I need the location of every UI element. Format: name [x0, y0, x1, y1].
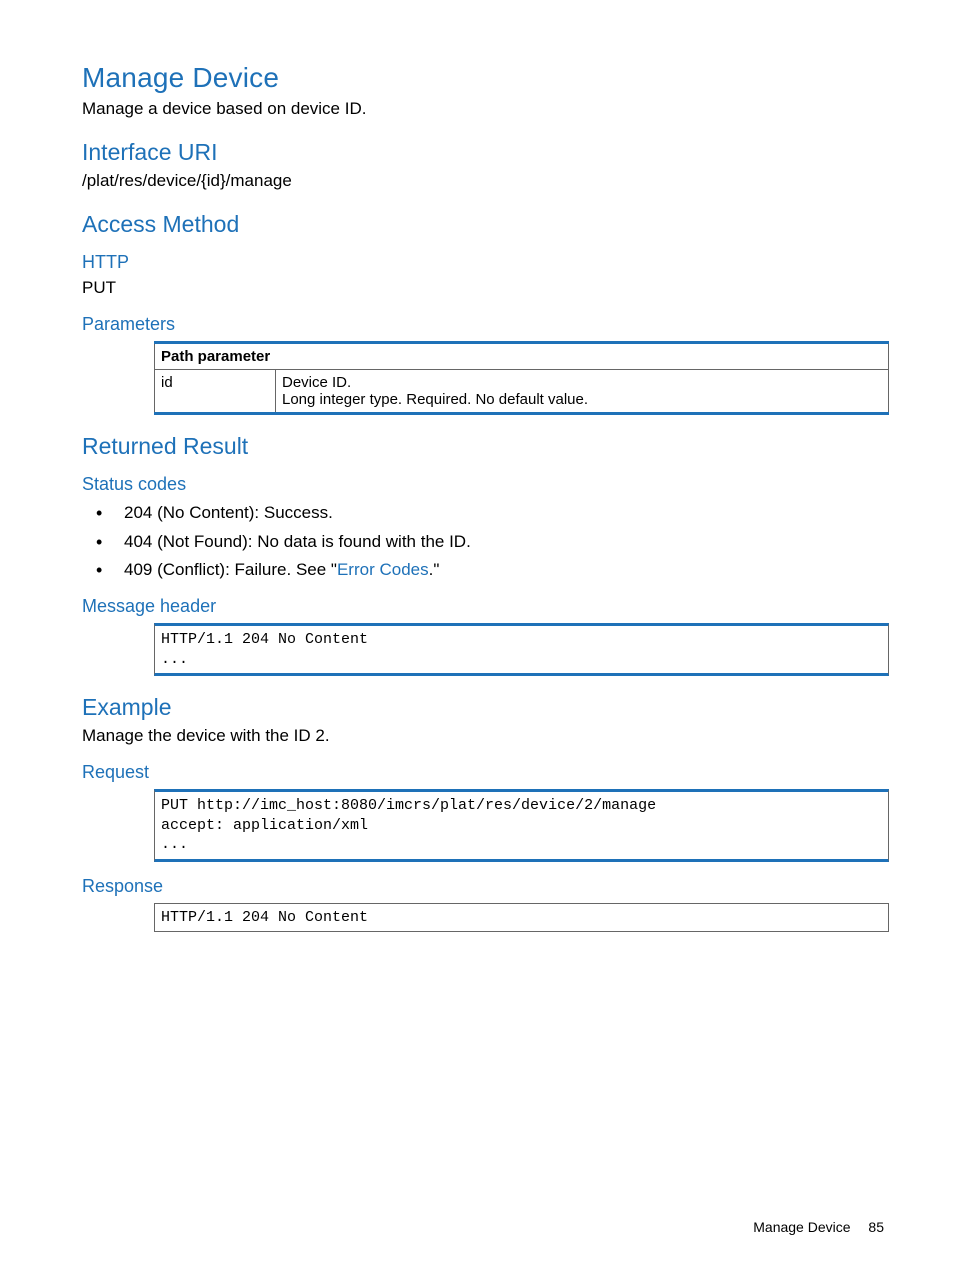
parameters-table-header: Path parameter: [155, 342, 889, 369]
status-codes-list: 204 (No Content): Success. 404 (Not Foun…: [82, 501, 884, 582]
interface-uri-value: /plat/res/device/{id}/manage: [82, 170, 884, 193]
access-method-heading: Access Method: [82, 211, 884, 238]
param-desc-line2: Long integer type. Required. No default …: [282, 391, 882, 408]
param-desc: Device ID. Long integer type. Required. …: [276, 369, 889, 413]
message-header-heading: Message header: [82, 596, 884, 617]
status-409-suffix: .": [429, 560, 440, 579]
request-heading: Request: [82, 762, 884, 783]
footer: Manage Device 85: [753, 1219, 884, 1235]
list-item: 204 (No Content): Success.: [82, 501, 884, 525]
page: Manage Device Manage a device based on d…: [0, 0, 954, 1271]
returned-result-heading: Returned Result: [82, 433, 884, 460]
footer-page-number: 85: [868, 1219, 884, 1235]
list-item: 409 (Conflict): Failure. See "Error Code…: [82, 558, 884, 582]
example-intro: Manage the device with the ID 2.: [82, 725, 884, 748]
parameters-table: Path parameter id Device ID. Long intege…: [154, 341, 889, 415]
parameters-heading: Parameters: [82, 314, 884, 335]
list-item: 404 (Not Found): No data is found with t…: [82, 530, 884, 554]
request-code: PUT http://imc_host:8080/imcrs/plat/res/…: [154, 789, 889, 862]
footer-label: Manage Device: [753, 1219, 850, 1235]
error-codes-link[interactable]: Error Codes: [337, 560, 429, 579]
interface-uri-heading: Interface URI: [82, 139, 884, 166]
response-code: HTTP/1.1 204 No Content: [154, 903, 889, 933]
param-desc-line1: Device ID.: [282, 374, 882, 391]
http-heading: HTTP: [82, 252, 884, 273]
status-409-prefix: 409 (Conflict): Failure. See ": [124, 560, 337, 579]
message-header-code: HTTP/1.1 204 No Content ...: [154, 623, 889, 676]
response-heading: Response: [82, 876, 884, 897]
http-value: PUT: [82, 277, 884, 300]
example-heading: Example: [82, 694, 884, 721]
param-name: id: [155, 369, 276, 413]
table-row: id Device ID. Long integer type. Require…: [155, 369, 889, 413]
page-title: Manage Device: [82, 62, 884, 94]
intro-text: Manage a device based on device ID.: [82, 98, 884, 121]
status-codes-heading: Status codes: [82, 474, 884, 495]
